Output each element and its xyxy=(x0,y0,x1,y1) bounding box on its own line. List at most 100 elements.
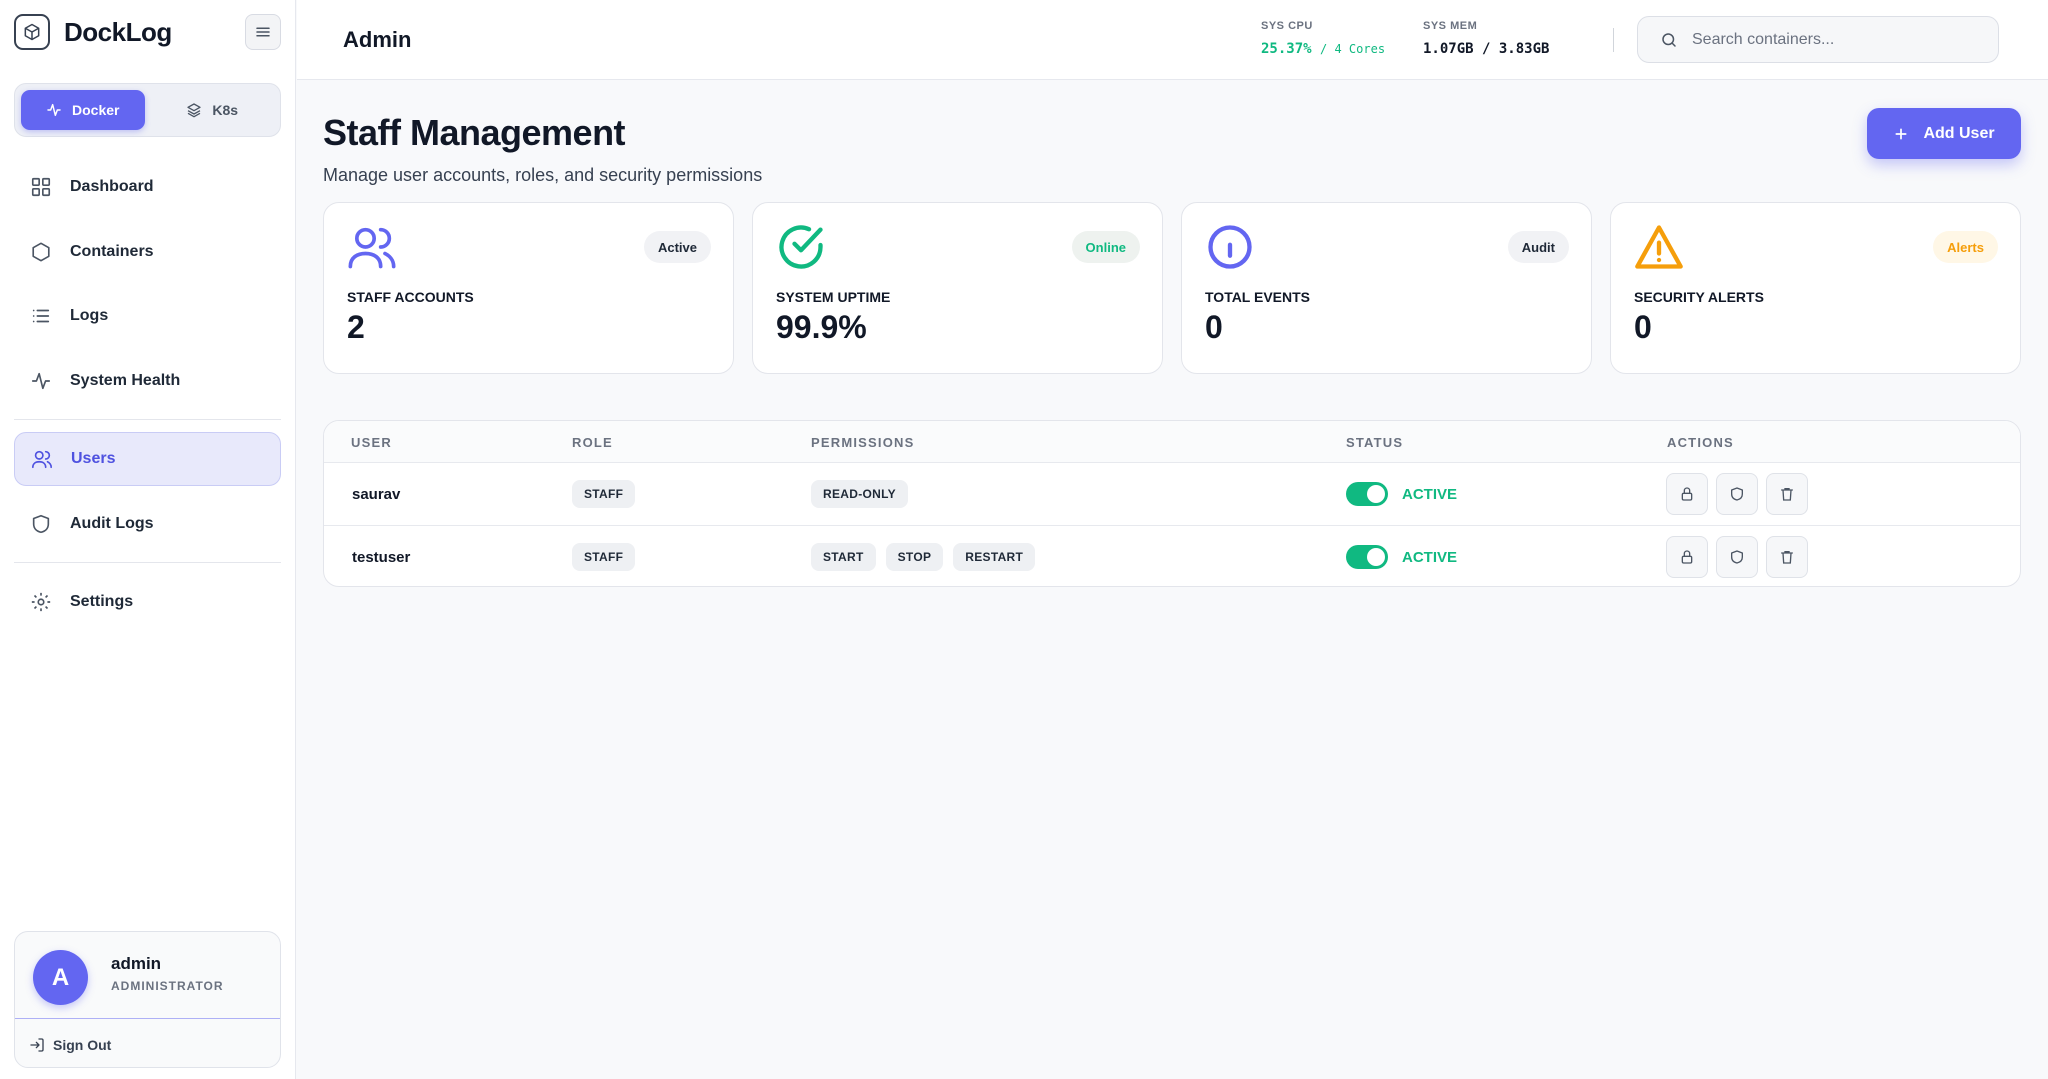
brand[interactable]: DockLog xyxy=(14,12,172,52)
lock-button[interactable] xyxy=(1666,473,1708,515)
permission-chip: RESTART xyxy=(953,543,1036,571)
info-circle-icon xyxy=(1208,225,1252,269)
status-text: ACTIVE xyxy=(1402,485,1458,503)
nav-label: Containers xyxy=(70,243,154,260)
column-header-permissions: PERMISSIONS xyxy=(811,435,915,450)
mode-k8s-label: K8s xyxy=(212,102,239,118)
users-table: USER ROLE PERMISSIONS STATUS ACTIONS sau… xyxy=(323,420,2021,587)
nav-item-containers[interactable]: Containers xyxy=(14,225,281,279)
table-header: USER ROLE PERMISSIONS STATUS ACTIONS xyxy=(324,421,2020,463)
nav-divider xyxy=(14,419,281,420)
trash-icon xyxy=(1781,551,1793,564)
lock-icon xyxy=(1681,487,1693,501)
stat-card-total-events: Audit TOTAL EVENTS 0 xyxy=(1181,202,1592,374)
nav-label: Settings xyxy=(70,593,134,610)
page-subtitle: Manage user accounts, roles, and securit… xyxy=(323,165,763,185)
add-user-button[interactable]: Add User xyxy=(1867,108,2021,159)
cpu-value: 25.37% / 4 Cores xyxy=(1261,41,1385,57)
column-header-user: USER xyxy=(351,435,392,450)
cube-icon xyxy=(14,14,50,50)
nav-item-users[interactable]: Users xyxy=(14,432,281,486)
stat-badge: Online xyxy=(1071,231,1140,263)
mode-docker-button[interactable]: Docker xyxy=(21,90,145,130)
header-divider xyxy=(1613,28,1614,52)
user-name: admin xyxy=(111,954,162,973)
status-toggle[interactable] xyxy=(1346,545,1388,569)
users-icon xyxy=(32,450,52,469)
sidebar: DockLog Docker K8s Dashboard Containers xyxy=(0,0,296,1079)
permission-chip: START xyxy=(811,543,876,571)
nav-item-logs[interactable]: Logs xyxy=(14,289,281,343)
search-input[interactable] xyxy=(1692,30,1972,49)
activity-icon xyxy=(47,103,61,117)
mem-value: 1.07GB / 3.83GB xyxy=(1423,41,1550,57)
stat-value: 2 xyxy=(347,309,365,345)
page-title: Staff Management xyxy=(323,112,626,153)
gear-icon xyxy=(31,592,51,612)
mode-docker-label: Docker xyxy=(72,102,120,118)
user-role: ADMINISTRATOR xyxy=(111,979,224,993)
stat-card-staff-accounts: Active STAFF ACCOUNTS 2 xyxy=(323,202,734,374)
nav-item-dashboard[interactable]: Dashboard xyxy=(14,160,281,214)
plus-icon xyxy=(1895,127,1907,140)
mode-k8s-button[interactable]: K8s xyxy=(151,90,275,130)
mode-toggle: Docker K8s xyxy=(14,83,281,137)
search-box[interactable] xyxy=(1637,16,1999,63)
column-header-role: ROLE xyxy=(572,435,613,450)
shield-icon xyxy=(32,514,50,534)
brand-name: DockLog xyxy=(64,16,172,47)
alert-triangle-icon xyxy=(1635,225,1683,269)
permissions-button[interactable] xyxy=(1716,536,1758,578)
cpu-cores: / 4 Cores xyxy=(1320,42,1386,56)
check-circle-icon xyxy=(779,225,823,269)
permission-chip: READ-ONLY xyxy=(811,480,908,508)
stat-label: SYSTEM UPTIME xyxy=(776,289,891,305)
menu-icon xyxy=(256,27,270,37)
table-row: saurav STAFF READ-ONLY ACTIVE xyxy=(324,463,2020,525)
lock-button[interactable] xyxy=(1666,536,1708,578)
nav-label: Logs xyxy=(70,307,109,324)
menu-toggle-button[interactable] xyxy=(245,14,281,50)
mem-label: SYS MEM xyxy=(1423,20,1478,32)
sign-out-button[interactable]: Sign Out xyxy=(29,1037,111,1053)
shield-icon xyxy=(1731,487,1743,501)
status-text: ACTIVE xyxy=(1402,548,1458,566)
delete-button[interactable] xyxy=(1766,473,1808,515)
nav-item-settings[interactable]: Settings xyxy=(14,575,281,629)
status-toggle[interactable] xyxy=(1346,482,1388,506)
nav-item-audit-logs[interactable]: Audit Logs xyxy=(14,497,281,551)
column-header-actions: ACTIONS xyxy=(1667,435,1734,450)
table-row: testuser STAFF START STOP RESTART ACTIVE xyxy=(324,525,2020,586)
stat-label: SECURITY ALERTS xyxy=(1634,289,1764,305)
users-icon xyxy=(348,227,396,269)
row-username: saurav xyxy=(352,485,401,503)
layers-icon xyxy=(187,103,202,118)
activity-icon xyxy=(31,372,51,390)
delete-button[interactable] xyxy=(1766,536,1808,578)
permission-chip: STOP xyxy=(885,543,944,571)
stat-label: TOTAL EVENTS xyxy=(1205,289,1311,305)
nav-label: Dashboard xyxy=(70,178,154,195)
trash-icon xyxy=(1781,488,1793,501)
stat-badge: Audit xyxy=(1507,231,1569,263)
nav-item-system-health[interactable]: System Health xyxy=(14,354,281,408)
column-header-status: STATUS xyxy=(1346,435,1404,450)
stat-value: 99.9% xyxy=(776,309,867,345)
stat-badge: Alerts xyxy=(1933,231,1998,263)
permissions-button[interactable] xyxy=(1716,473,1758,515)
shield-icon xyxy=(1731,550,1743,564)
stat-badge: Active xyxy=(643,231,711,263)
avatar: A xyxy=(33,950,88,1005)
header-title: Admin xyxy=(343,27,412,52)
cpu-label: SYS CPU xyxy=(1261,20,1313,32)
sign-out-label: Sign Out xyxy=(53,1037,112,1053)
user-card-divider xyxy=(15,1018,280,1019)
cpu-percent: 25.37% xyxy=(1261,41,1312,57)
stat-card-security-alerts: Alerts SECURITY ALERTS 0 xyxy=(1610,202,2021,374)
search-icon xyxy=(1662,32,1676,47)
add-user-label: Add User xyxy=(1923,124,1995,142)
stat-value: 0 xyxy=(1634,309,1652,345)
stat-label: STAFF ACCOUNTS xyxy=(347,289,474,305)
role-chip: STAFF xyxy=(572,480,636,508)
app-root: DockLog Docker K8s Dashboard Containers xyxy=(0,0,2048,1079)
